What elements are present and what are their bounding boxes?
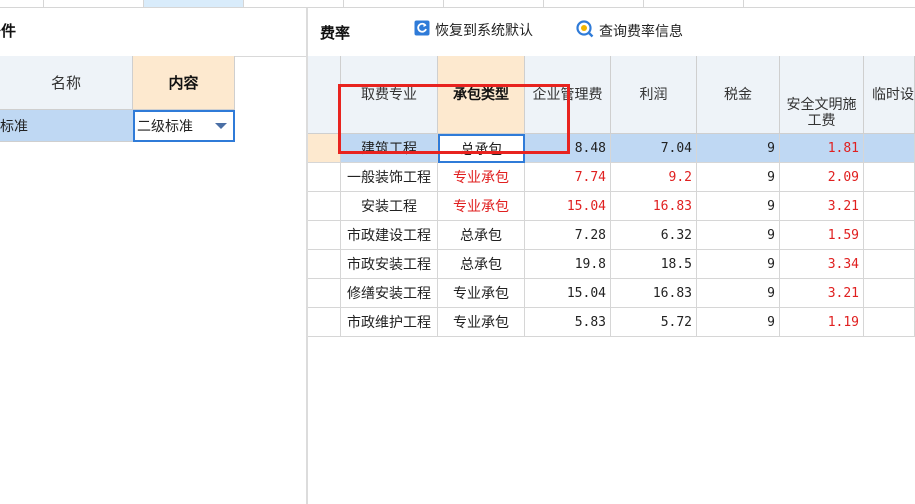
column-header-temporary[interactable]: 临时设 [864, 56, 915, 134]
profit-cell[interactable]: 18.5 [611, 250, 697, 279]
contract-type-cell[interactable]: 总承包 [438, 250, 525, 279]
profit-cell[interactable]: 16.83 [611, 192, 697, 221]
tax-cell[interactable]: 9 [697, 134, 780, 163]
tax-cell[interactable]: 9 [697, 250, 780, 279]
contract-type-cell[interactable]: 专业承包 [438, 279, 525, 308]
management-fee-cell[interactable]: 5.83 [525, 308, 611, 337]
standard-dropdown-value: 二级标准 [137, 119, 193, 135]
tax-cell[interactable]: 9 [697, 163, 780, 192]
specialty-cell[interactable]: 安装工程 [341, 192, 438, 221]
column-header-contract-type[interactable]: 承包类型 [438, 56, 525, 134]
query-rate-info-label: 查询费率信息 [599, 24, 683, 40]
temporary-cell[interactable] [864, 279, 915, 308]
rates-title: 费率 [320, 24, 351, 42]
management-fee-cell[interactable]: 7.74 [525, 163, 611, 192]
row-marker[interactable] [308, 221, 341, 250]
conditions-panel: 条件 名称 内容 地标准 二级标准 [0, 8, 306, 504]
row-marker[interactable] [308, 279, 341, 308]
temporary-cell[interactable] [864, 134, 915, 163]
tab-segment[interactable] [0, 0, 44, 7]
specialty-cell[interactable]: 修缮安装工程 [341, 279, 438, 308]
top-tab-strip [0, 0, 915, 8]
column-header-safety-fee[interactable]: 安全文明施工费 [780, 56, 864, 134]
query-rate-info-button[interactable]: 查询费率信息 [576, 20, 683, 42]
column-header-name[interactable]: 名称 [0, 56, 133, 110]
chevron-down-icon[interactable] [215, 123, 227, 129]
contract-type-cell[interactable]: 专业承包 [438, 308, 525, 337]
tab-segment[interactable] [544, 0, 644, 7]
restore-icon [414, 20, 430, 40]
safety-fee-cell[interactable]: 1.59 [780, 221, 864, 250]
profit-cell[interactable]: 9.2 [611, 163, 697, 192]
condition-name-cell[interactable]: 地标准 [0, 110, 133, 142]
specialty-cell[interactable]: 市政安装工程 [341, 250, 438, 279]
standard-dropdown[interactable]: 二级标准 [133, 110, 235, 142]
tab-segment[interactable] [644, 0, 744, 7]
tab-segment[interactable] [444, 0, 544, 7]
column-header-management-fee[interactable]: 企业管理费 [525, 56, 611, 134]
safety-fee-cell[interactable]: 1.19 [780, 308, 864, 337]
profit-cell[interactable]: 16.83 [611, 279, 697, 308]
safety-fee-cell[interactable]: 3.21 [780, 279, 864, 308]
tax-cell[interactable]: 9 [697, 221, 780, 250]
contract-type-cell[interactable]: 总承包 [438, 221, 525, 250]
specialty-cell[interactable]: 市政维护工程 [341, 308, 438, 337]
tax-cell[interactable]: 9 [697, 279, 780, 308]
specialty-cell[interactable]: 建筑工程 [341, 134, 438, 163]
tax-cell[interactable]: 9 [697, 192, 780, 221]
tax-cell[interactable]: 9 [697, 308, 780, 337]
safety-fee-cell[interactable]: 3.21 [780, 192, 864, 221]
temporary-cell[interactable] [864, 308, 915, 337]
column-header-content[interactable]: 内容 [133, 56, 235, 110]
profit-cell[interactable]: 7.04 [611, 134, 697, 163]
temporary-cell[interactable] [864, 250, 915, 279]
row-marker-header [308, 56, 341, 134]
condition-name-text: 地标准 [0, 118, 28, 135]
temporary-cell[interactable] [864, 192, 915, 221]
row-marker[interactable] [308, 134, 341, 163]
safety-fee-cell[interactable]: 1.81 [780, 134, 864, 163]
management-fee-cell[interactable]: 15.04 [525, 192, 611, 221]
temporary-cell[interactable] [864, 163, 915, 192]
restore-default-button[interactable]: 恢复到系统默认 [414, 20, 533, 40]
specialty-cell[interactable]: 一般装饰工程 [341, 163, 438, 192]
restore-default-label: 恢复到系统默认 [435, 23, 533, 39]
conditions-title: 条件 [0, 22, 17, 40]
management-fee-cell[interactable]: 19.8 [525, 250, 611, 279]
query-icon [576, 20, 594, 42]
row-marker[interactable] [308, 308, 341, 337]
row-marker[interactable] [308, 163, 341, 192]
contract-type-cell[interactable]: 总承包 [438, 134, 525, 163]
row-marker[interactable] [308, 250, 341, 279]
specialty-cell[interactable]: 市政建设工程 [341, 221, 438, 250]
management-fee-cell[interactable]: 7.28 [525, 221, 611, 250]
column-header-specialty[interactable]: 取费专业 [341, 56, 438, 134]
safety-fee-cell[interactable]: 2.09 [780, 163, 864, 192]
tab-segment[interactable] [244, 0, 344, 7]
tab-segment-active[interactable] [144, 0, 244, 7]
temporary-cell[interactable] [864, 221, 915, 250]
tab-segment[interactable] [344, 0, 444, 7]
profit-cell[interactable]: 5.72 [611, 308, 697, 337]
safety-fee-cell[interactable]: 3.34 [780, 250, 864, 279]
column-header-tax[interactable]: 税金 [697, 56, 780, 134]
management-fee-cell[interactable]: 15.04 [525, 279, 611, 308]
contract-type-cell[interactable]: 专业承包 [438, 192, 525, 221]
row-marker[interactable] [308, 192, 341, 221]
rates-panel: 费率 恢复到系统默认 查询费率信息 取费专业 承包类型 企业管理费 利润 税金 … [308, 8, 915, 504]
contract-type-cell[interactable]: 专业承包 [438, 163, 525, 192]
management-fee-cell[interactable]: 8.48 [525, 134, 611, 163]
profit-cell[interactable]: 6.32 [611, 221, 697, 250]
tab-segment[interactable] [44, 0, 144, 7]
column-header-profit[interactable]: 利润 [611, 56, 697, 134]
